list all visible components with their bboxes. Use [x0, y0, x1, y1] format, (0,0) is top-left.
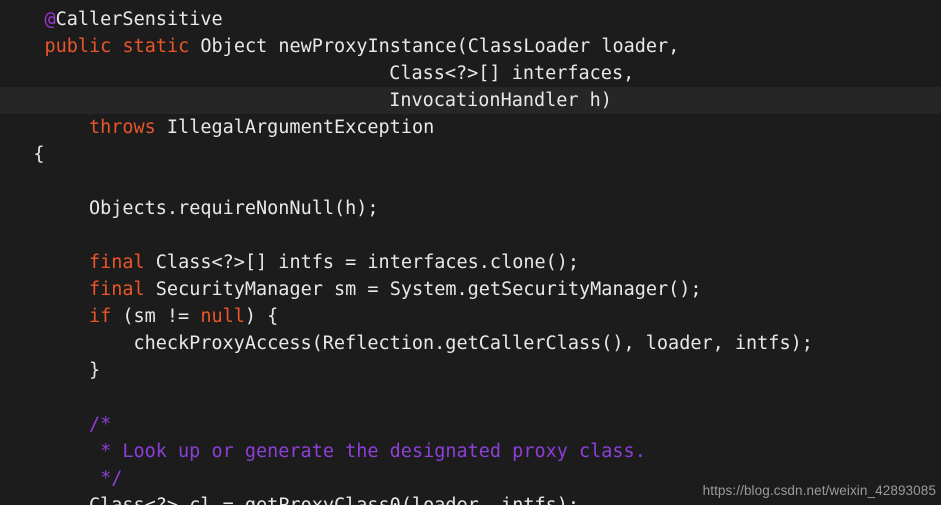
code-line[interactable]	[0, 168, 941, 195]
code-token-plain: IllegalArgumentException	[155, 117, 435, 138]
code-line[interactable]: {	[0, 141, 941, 168]
code-token-plain: (sm !=	[111, 306, 201, 327]
code-token-plain: }	[88, 360, 101, 381]
code-token-plain: Class<?> cl = getProxyClass0(loader, int…	[89, 495, 579, 505]
code-line[interactable]: if (sm != null) {	[0, 303, 941, 330]
code-line[interactable]	[0, 222, 941, 249]
code-token-kw: if	[88, 306, 112, 327]
code-token-anno-at: @	[44, 9, 56, 30]
code-token-plain: CallerSensitive	[55, 9, 223, 30]
code-line[interactable]: public static Object newProxyInstance(Cl…	[0, 33, 941, 60]
code-line[interactable]: }	[0, 357, 941, 384]
code-token-kw: static	[122, 36, 190, 57]
code-token-plain: Class<?>[] intfs = interfaces.clone();	[144, 252, 580, 273]
code-token-kw: final	[88, 252, 145, 273]
code-token-cmt: */	[100, 468, 123, 489]
code-line[interactable]	[0, 384, 941, 411]
code-line-current[interactable]: InvocationHandler h)	[0, 87, 941, 114]
code-token-plain: SecurityManager sm = System.getSecurityM…	[144, 279, 702, 300]
code-line[interactable]: Class<?>[] interfaces,	[0, 60, 941, 87]
code-line[interactable]: * Look up or generate the designated pro…	[0, 438, 941, 465]
code-line[interactable]: final Class<?>[] intfs = interfaces.clon…	[0, 249, 941, 276]
code-token-kw: final	[88, 279, 145, 300]
code-line[interactable]: Objects.requireNonNull(h);	[0, 195, 941, 222]
code-token-plain: Objects.requireNonNull(h);	[88, 198, 379, 219]
code-token-plain: InvocationHandler h)	[389, 90, 612, 111]
watermark-url: https://blog.csdn.net/weixin_42893085	[702, 483, 936, 498]
code-line[interactable]: checkProxyAccess(Reflection.getCallerCla…	[0, 330, 941, 357]
code-token-plain: checkProxyAccess(Reflection.getCallerCla…	[133, 333, 813, 354]
code-line[interactable]: throws IllegalArgumentException	[0, 114, 941, 141]
code-token-kw: throws	[88, 117, 156, 138]
code-line[interactable]: /*	[0, 411, 941, 438]
code-token-kw: null	[200, 306, 245, 327]
code-editor[interactable]: */ @CallerSensitivepublic static Object …	[0, 0, 941, 505]
code-line[interactable]: @CallerSensitive	[0, 6, 941, 33]
code-lines-container[interactable]: @CallerSensitive public static Object new…	[0, 6, 941, 505]
code-token-plain: Object newProxyInstance(ClassLoader load…	[189, 36, 680, 57]
code-token-cmt: /*	[88, 414, 112, 435]
code-token-plain: Class<?>[] interfaces,	[389, 63, 635, 84]
code-token-cmt: * Look up or generate the designated pro…	[100, 441, 646, 462]
code-line[interactable]: final SecurityManager sm = System.getSec…	[0, 276, 941, 303]
code-token-kw: public	[44, 36, 112, 57]
code-token-plain: {	[33, 144, 45, 165]
code-token-plain: ) {	[244, 306, 279, 327]
